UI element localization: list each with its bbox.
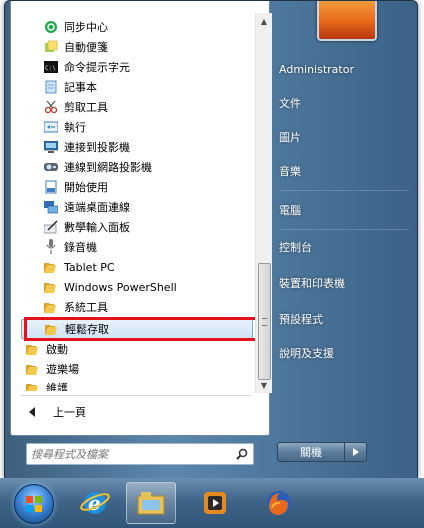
program-math-input[interactable]: 數學輸入面板: [11, 217, 253, 237]
program-network-projector[interactable]: 連線到網路投影機: [11, 157, 253, 177]
getting-started-icon: [43, 179, 59, 195]
program-label: 錄音機: [64, 241, 97, 254]
chevron-right-icon: [352, 448, 359, 456]
program-label: 開始使用: [64, 181, 108, 194]
sound-recorder-icon: [43, 239, 59, 255]
snipping-tool-icon: [43, 99, 59, 115]
divider: [279, 229, 409, 230]
scrollbar-thumb[interactable]: [258, 263, 271, 380]
program-getting-started[interactable]: 開始使用: [11, 177, 253, 197]
program-label: 啟動: [46, 343, 68, 356]
program-label: 遠端桌面連線: [64, 201, 130, 214]
program-label: 遊樂場: [46, 363, 79, 376]
folder-startup[interactable]: 啟動: [11, 339, 253, 359]
folder-icon: [43, 299, 59, 315]
start-orb-icon[interactable]: [14, 484, 54, 524]
math-input-icon: [43, 219, 59, 235]
projector-icon: [43, 139, 59, 155]
right-item-devices-printers[interactable]: 裝置和印表機: [279, 271, 409, 295]
right-item-computer[interactable]: 電腦: [279, 198, 409, 222]
program-label: 系統工具: [64, 301, 108, 314]
folder-games[interactable]: 遊樂場: [11, 359, 253, 379]
folder-icon: [25, 361, 41, 377]
run-icon: [43, 119, 59, 135]
program-command-prompt[interactable]: C:\ 命令提示字元: [11, 57, 253, 77]
program-notepad[interactable]: 記事本: [11, 77, 253, 97]
right-item-music[interactable]: 音樂: [279, 159, 409, 183]
shutdown-button[interactable]: 關機: [277, 442, 345, 462]
program-label: 維護: [46, 382, 68, 391]
program-sync-center[interactable]: 同步中心: [11, 17, 253, 37]
program-label: 命令提示字元: [64, 61, 130, 74]
internet-explorer-icon[interactable]: e: [70, 482, 120, 524]
svg-text:C:\: C:\: [45, 65, 56, 72]
back-button[interactable]: 上一頁: [19, 400, 251, 424]
firefox-icon[interactable]: [254, 482, 304, 524]
program-label: 執行: [64, 121, 86, 134]
folder-icon: [25, 341, 41, 357]
back-label: 上一頁: [53, 406, 86, 419]
right-item-user[interactable]: Administrator: [279, 57, 409, 81]
program-sticky-notes[interactable]: 自動便箋: [11, 37, 253, 57]
folder-system-tools[interactable]: 系統工具: [11, 297, 253, 317]
folder-icon: [43, 259, 59, 275]
program-label: 連接到投影機: [64, 141, 130, 154]
program-connect-projector[interactable]: 連接到投影機: [11, 137, 253, 157]
command-prompt-icon: C:\: [43, 59, 59, 75]
program-label: 自動便箋: [64, 41, 108, 54]
folder-maintenance[interactable]: 維護: [11, 378, 253, 391]
start-menu: 同步中心 自動便箋 C:\ 命令提示字元 記事本 剪取工具 執行 連接到投影機 …: [4, 0, 418, 480]
search-area: [10, 435, 268, 475]
right-item-control-panel[interactable]: 控制台: [279, 235, 409, 259]
right-item-pictures[interactable]: 圖片: [279, 125, 409, 149]
scroll-up-arrow-icon[interactable]: ▲: [256, 13, 272, 29]
media-player-icon[interactable]: [190, 482, 240, 524]
program-label: 剪取工具: [64, 101, 108, 114]
right-item-help-support[interactable]: 說明及支援: [279, 341, 409, 365]
notepad-icon: [43, 79, 59, 95]
highlight-annotation-box: [24, 317, 260, 341]
folder-icon: [25, 380, 41, 391]
taskbar: e: [0, 478, 424, 528]
user-picture[interactable]: [317, 1, 377, 41]
right-pane: Administrator 文件 圖片 音樂 電腦 控制台 裝置和印表機 預設程…: [273, 1, 417, 479]
divider: [279, 190, 409, 191]
program-run[interactable]: 執行: [11, 117, 253, 137]
folder-windows-powershell[interactable]: Windows PowerShell: [11, 277, 253, 297]
program-label: 數學輸入面板: [64, 221, 130, 234]
program-list-scrollbar[interactable]: ▲ ▼: [255, 13, 272, 393]
right-item-documents[interactable]: 文件: [279, 91, 409, 115]
program-label: 連線到網路投影機: [64, 161, 152, 174]
search-box[interactable]: [26, 443, 254, 465]
program-label: 記事本: [64, 81, 97, 94]
sticky-notes-icon: [43, 39, 59, 55]
program-snipping-tool[interactable]: 剪取工具: [11, 97, 253, 117]
network-projector-icon: [43, 159, 59, 175]
folder-icon: [43, 279, 59, 295]
program-sound-recorder[interactable]: 錄音機: [11, 237, 253, 257]
remote-desktop-icon: [43, 199, 59, 215]
search-input[interactable]: [27, 446, 231, 462]
program-label: Tablet PC: [64, 260, 115, 274]
search-icon[interactable]: [231, 448, 253, 460]
program-remote-desktop[interactable]: 遠端桌面連線: [11, 197, 253, 217]
divider: [21, 395, 251, 396]
scroll-down-arrow-icon[interactable]: ▼: [256, 377, 272, 393]
program-label: 同步中心: [64, 21, 108, 34]
folder-tablet-pc[interactable]: Tablet PC: [11, 257, 253, 277]
windows-explorer-icon[interactable]: [126, 482, 176, 524]
shutdown-options-button[interactable]: [345, 442, 367, 462]
program-list-pane: 同步中心 自動便箋 C:\ 命令提示字元 記事本 剪取工具 執行 連接到投影機 …: [10, 1, 272, 436]
right-item-default-programs[interactable]: 預設程式: [279, 307, 409, 331]
sync-center-icon: [43, 19, 59, 35]
program-label: Windows PowerShell: [64, 280, 177, 294]
back-arrow-icon: [29, 407, 35, 417]
